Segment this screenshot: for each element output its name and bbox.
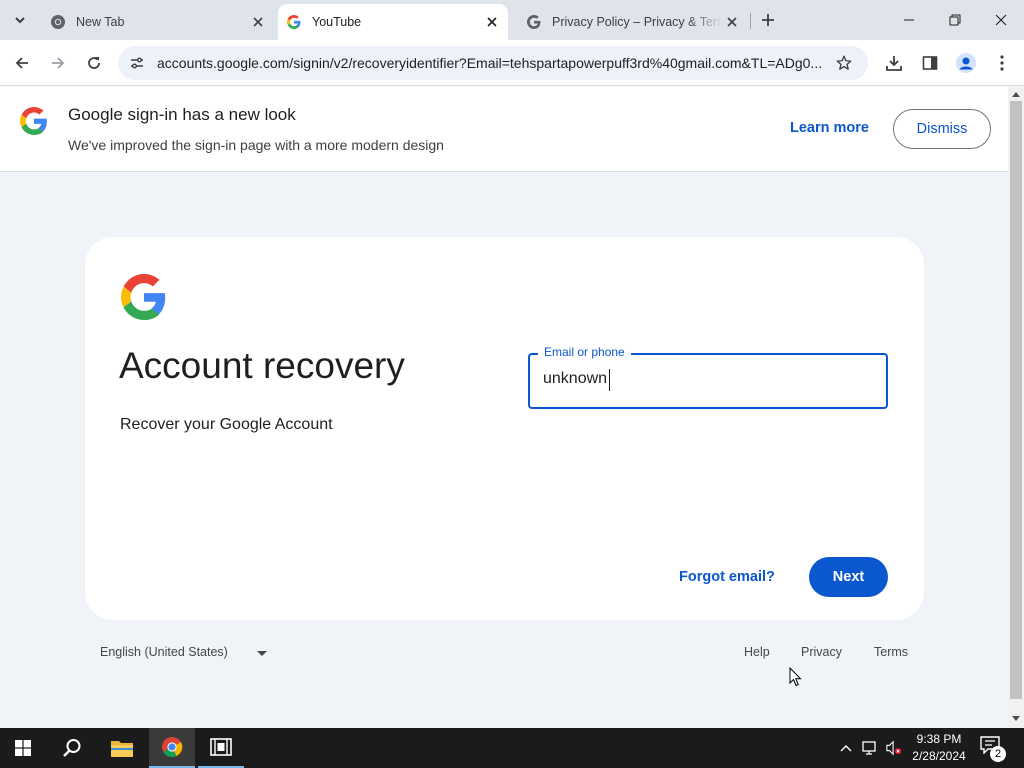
- restore-button[interactable]: [932, 0, 978, 40]
- chrome-icon: [50, 14, 66, 30]
- close-icon[interactable]: [722, 12, 742, 32]
- browser-toolbar: accounts.google.com/signin/v2/recoveryid…: [0, 40, 1024, 86]
- forgot-email-link[interactable]: Forgot email?: [679, 569, 775, 585]
- film-icon: [210, 738, 232, 756]
- reload-button[interactable]: [81, 50, 107, 76]
- network-icon[interactable]: [862, 740, 878, 756]
- google-g-icon: [286, 14, 302, 30]
- text-caret: [609, 369, 610, 391]
- profile-button[interactable]: [953, 50, 979, 76]
- learn-more-link[interactable]: Learn more: [790, 120, 869, 136]
- tab-privacy-policy[interactable]: Privacy Policy – Privacy & Terms: [512, 4, 748, 40]
- field-label: Email or phone: [538, 345, 631, 359]
- privacy-link[interactable]: Privacy: [801, 645, 842, 659]
- banner-subtitle: We've improved the sign-in page with a m…: [68, 137, 444, 153]
- dropdown-arrow-icon[interactable]: [257, 651, 267, 656]
- close-icon[interactable]: [248, 12, 268, 32]
- windows-logo-icon: [15, 740, 31, 756]
- tab-youtube[interactable]: YouTube: [278, 4, 508, 40]
- search-icon: [63, 739, 81, 757]
- media-app-button[interactable]: [198, 728, 244, 768]
- clock-date: 2/28/2024: [912, 749, 966, 763]
- restore-icon: [949, 14, 961, 26]
- side-panel-button[interactable]: [917, 50, 943, 76]
- mouse-pointer-icon: [789, 667, 802, 687]
- folder-icon: [111, 741, 133, 757]
- scroll-down-arrow-icon[interactable]: [1011, 714, 1021, 724]
- language-select[interactable]: English (United States): [100, 645, 228, 659]
- close-icon: [995, 14, 1007, 26]
- new-look-banner: Google sign-in has a new look We've impr…: [0, 87, 1008, 172]
- url-text[interactable]: accounts.google.com/signin/v2/recoveryid…: [157, 55, 829, 71]
- help-link[interactable]: Help: [744, 645, 770, 659]
- page-subtitle: Recover your Google Account: [120, 416, 333, 433]
- chevron-up-icon[interactable]: [838, 740, 854, 756]
- bookmark-star-icon[interactable]: [832, 51, 856, 75]
- google-logo-icon: [121, 274, 166, 320]
- file-explorer-button[interactable]: [99, 728, 145, 768]
- notification-count-badge: 2: [990, 746, 1006, 762]
- start-button[interactable]: [0, 728, 46, 768]
- search-button[interactable]: [49, 728, 95, 768]
- close-icon[interactable]: [482, 12, 502, 32]
- back-button[interactable]: [9, 50, 35, 76]
- google-g-icon: [526, 14, 542, 30]
- minimize-icon: [904, 19, 914, 21]
- page-scrollbar[interactable]: [1008, 87, 1024, 728]
- back-arrow-icon: [15, 57, 28, 69]
- address-bar[interactable]: accounts.google.com/signin/v2/recoveryid…: [118, 46, 868, 80]
- google-logo-icon: [20, 107, 47, 135]
- side-panel-icon: [922, 56, 938, 70]
- email-input[interactable]: [543, 370, 863, 388]
- scrollbar-thumb[interactable]: [1010, 101, 1022, 699]
- page-title: Account recovery: [119, 345, 405, 386]
- menu-button[interactable]: [989, 50, 1015, 76]
- email-or-phone-field[interactable]: Email or phone: [528, 345, 888, 409]
- downloads-button[interactable]: [881, 50, 907, 76]
- kebab-menu-icon: [1000, 55, 1004, 71]
- tab-search-button[interactable]: [8, 8, 32, 32]
- forward-button[interactable]: [45, 50, 71, 76]
- download-icon: [886, 56, 902, 71]
- windows-taskbar: 9:38 PM 2/28/2024 2: [0, 728, 1024, 768]
- scroll-up-arrow-icon[interactable]: [1011, 89, 1021, 99]
- avatar-icon: [956, 53, 976, 73]
- tab-divider: [750, 13, 751, 29]
- tab-title: YouTube: [312, 15, 362, 29]
- close-window-button[interactable]: [978, 0, 1024, 40]
- tab-title: Privacy Policy – Privacy & Terms: [552, 15, 722, 29]
- tab-new-tab[interactable]: New Tab: [36, 4, 274, 40]
- site-settings-icon[interactable]: [126, 52, 148, 74]
- chevron-down-icon: [15, 17, 25, 24]
- chrome-taskbar-button[interactable]: [149, 728, 195, 768]
- account-recovery-card: Account recovery Recover your Google Acc…: [85, 237, 924, 620]
- tab-strip: New Tab YouTube Privacy Policy – Privacy…: [0, 0, 1024, 40]
- clock-time: 9:38 PM: [916, 732, 962, 746]
- taskbar-clock[interactable]: 9:38 PM 2/28/2024: [904, 731, 974, 765]
- minimize-button[interactable]: [886, 0, 932, 40]
- tab-title: New Tab: [76, 15, 125, 29]
- dismiss-button[interactable]: Dismiss: [893, 109, 991, 149]
- plus-icon: [762, 14, 774, 26]
- volume-muted-icon[interactable]: [886, 740, 902, 756]
- reload-icon: [88, 57, 100, 69]
- chrome-icon: [162, 737, 183, 758]
- terms-link[interactable]: Terms: [874, 645, 908, 659]
- forward-arrow-icon: [52, 57, 65, 69]
- new-tab-button[interactable]: [756, 8, 780, 32]
- banner-title: Google sign-in has a new look: [68, 105, 296, 124]
- next-button[interactable]: Next: [809, 557, 888, 597]
